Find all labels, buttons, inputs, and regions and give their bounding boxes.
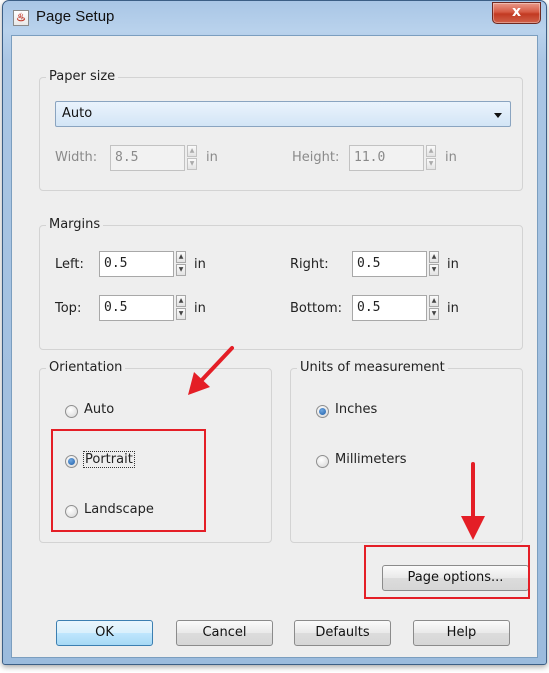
width-spinner: ▲ ▼ [187, 145, 197, 171]
paper-size-group: Paper size [39, 69, 523, 191]
width-label: Width: [55, 150, 98, 165]
paper-size-group-title: Paper size [46, 69, 119, 84]
bottom-margin-spinner[interactable]: ▲ ▼ [429, 295, 439, 321]
spinner-down-icon[interactable]: ▼ [429, 264, 439, 276]
spinner-down-icon[interactable]: ▼ [176, 264, 186, 276]
close-button[interactable]: x [492, 2, 541, 24]
window-title: Page Setup [36, 8, 115, 25]
page-options-highlight-box [364, 545, 530, 599]
java-cup-icon: ♨ [13, 10, 29, 26]
bottom-margin-unit: in [447, 301, 459, 316]
margins-group-title: Margins [46, 217, 104, 232]
orientation-auto-label[interactable]: Auto [84, 402, 114, 417]
spinner-up-icon[interactable]: ▲ [429, 251, 439, 263]
spinner-down-icon: ▼ [187, 158, 197, 170]
top-margin-field[interactable]: 0.5 [99, 295, 174, 321]
left-margin-label: Left: [55, 257, 84, 272]
units-inches-label[interactable]: Inches [335, 402, 377, 417]
spinner-down-icon[interactable]: ▼ [176, 308, 186, 320]
paper-size-selected: Auto [62, 106, 93, 121]
defaults-button[interactable]: Defaults [294, 620, 391, 646]
spinner-up-icon[interactable]: ▲ [176, 251, 186, 263]
height-label: Height: [292, 150, 340, 165]
ok-button[interactable]: OK [56, 620, 153, 646]
width-field: 8.5 [110, 145, 185, 171]
bottom-margin-label: Bottom: [290, 301, 343, 316]
top-margin-spinner[interactable]: ▲ ▼ [176, 295, 186, 321]
help-button[interactable]: Help [413, 620, 510, 646]
left-margin-field[interactable]: 0.5 [99, 251, 174, 277]
red-arrow-page-options-icon [461, 462, 485, 540]
spinner-down-icon[interactable]: ▼ [429, 308, 439, 320]
units-millimeters-radio[interactable] [316, 455, 329, 468]
right-margin-unit: in [447, 257, 459, 272]
chevron-down-icon [494, 113, 502, 118]
spinner-down-icon: ▼ [426, 158, 436, 170]
title-bar[interactable]: ♨ Page Setup x [3, 1, 546, 35]
orientation-auto-radio[interactable] [65, 405, 78, 418]
right-margin-spinner[interactable]: ▲ ▼ [429, 251, 439, 277]
spinner-up-icon[interactable]: ▲ [176, 295, 186, 307]
spinner-up-icon: ▲ [187, 145, 197, 157]
paper-size-dropdown[interactable]: Auto [55, 101, 511, 127]
top-margin-unit: in [194, 301, 206, 316]
height-field: 11.0 [349, 145, 424, 171]
right-margin-label: Right: [290, 257, 329, 272]
spinner-up-icon[interactable]: ▲ [429, 295, 439, 307]
cancel-button[interactable]: Cancel [176, 620, 273, 646]
top-margin-label: Top: [55, 301, 82, 316]
units-millimeters-label[interactable]: Millimeters [335, 452, 407, 467]
orientation-highlight-box [51, 429, 206, 532]
orientation-group-title: Orientation [46, 360, 126, 375]
units-group-title: Units of measurement [297, 360, 448, 375]
right-margin-field[interactable]: 0.5 [352, 251, 427, 277]
height-spinner: ▲ ▼ [426, 145, 436, 171]
left-margin-spinner[interactable]: ▲ ▼ [176, 251, 186, 277]
bottom-margin-field[interactable]: 0.5 [352, 295, 427, 321]
spinner-up-icon: ▲ [426, 145, 436, 157]
margins-group: Margins [39, 217, 523, 350]
red-arrow-orientation-icon [188, 346, 234, 395]
height-unit: in [445, 150, 457, 165]
left-margin-unit: in [194, 257, 206, 272]
width-unit: in [206, 150, 218, 165]
units-inches-radio[interactable] [316, 405, 329, 418]
